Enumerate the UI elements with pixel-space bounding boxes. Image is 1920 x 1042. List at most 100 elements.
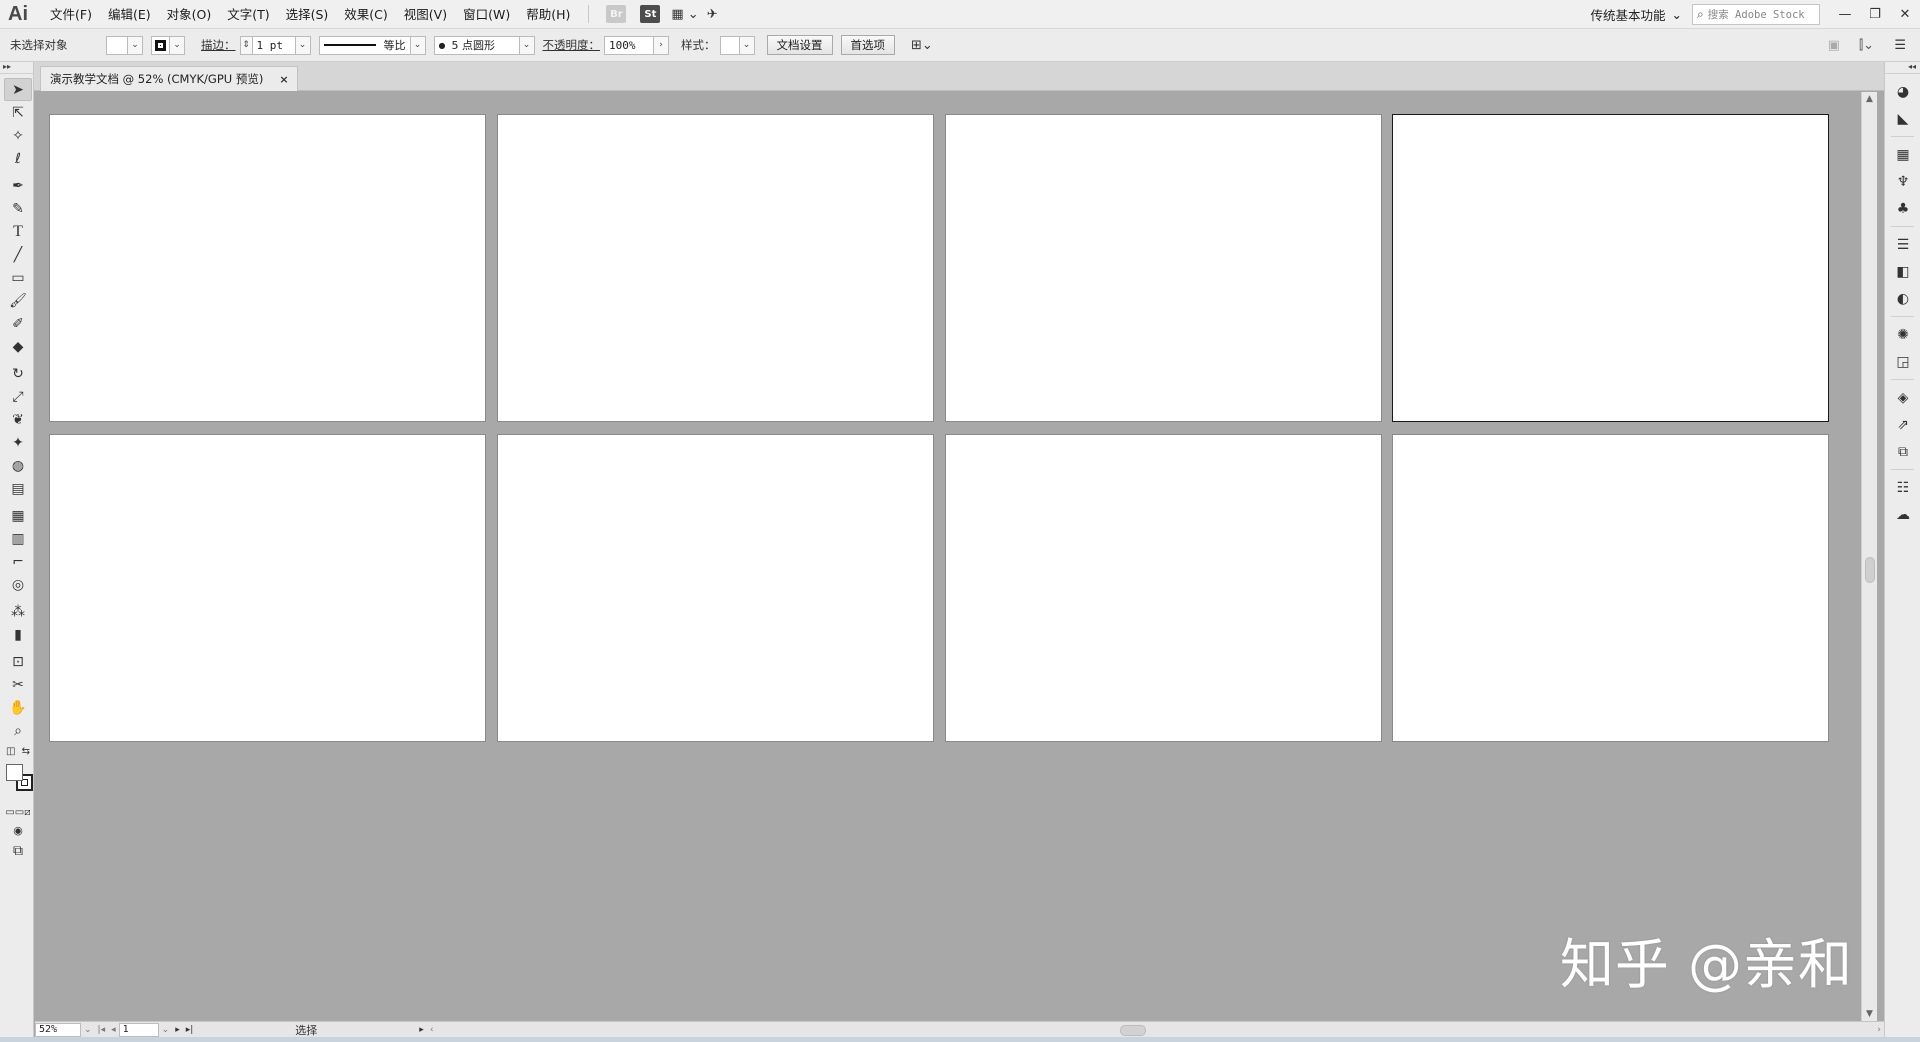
- chevron-down-icon[interactable]: ⌄: [295, 35, 311, 55]
- zoom-tool-icon[interactable]: ⌕: [4, 719, 32, 742]
- swap-colors-icon[interactable]: ⇆: [22, 746, 30, 757]
- appearance-panel-icon[interactable]: ✺: [1885, 321, 1920, 348]
- workspace-switcher[interactable]: 传统基本功能 ⌄: [1591, 5, 1683, 24]
- canvas[interactable]: 知乎 @亲和: [35, 92, 1861, 1021]
- chevron-down-icon[interactable]: ⌄: [170, 35, 185, 55]
- stepper-icon[interactable]: ⇕: [239, 35, 252, 55]
- artboard-7[interactable]: [945, 434, 1382, 742]
- perspective-grid-tool-icon[interactable]: ▤: [4, 477, 32, 500]
- collapse-icon[interactable]: ◂◂: [1885, 62, 1920, 74]
- brush-field[interactable]: ● 5 点圆形: [433, 35, 520, 55]
- artboard-2[interactable]: [497, 114, 934, 422]
- artboard-5[interactable]: [49, 434, 486, 742]
- panel-menu-icon[interactable]: ☰: [1894, 38, 1906, 53]
- gradient-tool-icon[interactable]: ▥: [4, 527, 32, 550]
- menu-view[interactable]: 视图(V): [396, 0, 455, 29]
- close-icon[interactable]: ✕: [1890, 4, 1920, 26]
- fill-color-control[interactable]: ⌄: [106, 35, 143, 55]
- last-artboard-icon[interactable]: ▸|: [183, 1025, 197, 1035]
- libraries-panel-icon[interactable]: ☷: [1885, 474, 1920, 501]
- fill-swatch[interactable]: [106, 35, 128, 55]
- paintbrush-tool-icon[interactable]: 🖌: [4, 289, 32, 312]
- curvature-tool-icon[interactable]: ✎: [4, 197, 32, 220]
- menu-type[interactable]: 文字(T): [219, 0, 277, 29]
- stroke-profile-field[interactable]: 等比: [318, 35, 411, 55]
- transform-icon[interactable]: ⫿⌄: [1859, 38, 1874, 53]
- chevron-down-icon[interactable]: ⌄: [410, 35, 426, 55]
- fill-color-box[interactable]: [6, 764, 23, 781]
- type-tool-icon[interactable]: T: [4, 220, 32, 243]
- stroke-color-control[interactable]: ⌄: [151, 35, 185, 55]
- shaper-tool-icon[interactable]: ✐: [4, 312, 32, 335]
- gradient-panel-icon[interactable]: ◧: [1885, 258, 1920, 285]
- scroll-right-icon[interactable]: ›: [1874, 1025, 1884, 1035]
- menu-effect[interactable]: 效果(C): [336, 0, 395, 29]
- brushes-panel-icon[interactable]: ♆: [1885, 168, 1920, 195]
- horizontal-scroll-thumb[interactable]: [1120, 1024, 1147, 1036]
- artboard-1[interactable]: [49, 114, 486, 422]
- default-colors-icon[interactable]: ◫: [6, 746, 15, 757]
- slice-tool-icon[interactable]: ✂: [4, 673, 32, 696]
- swatches-panel-icon[interactable]: ▦: [1885, 141, 1920, 168]
- chevron-down-icon[interactable]: ⌄: [128, 35, 143, 55]
- horizontal-scrollbar[interactable]: [440, 1023, 1874, 1037]
- chevron-down-icon[interactable]: ⌄: [519, 35, 535, 55]
- symbols-panel-icon[interactable]: ♣: [1885, 195, 1920, 222]
- stock-search-input[interactable]: ⌕ 搜索 Adobe Stock: [1692, 4, 1820, 25]
- menu-select[interactable]: 选择(S): [278, 0, 337, 29]
- graphic-style-control[interactable]: ⌄: [719, 35, 755, 55]
- blend-tool-icon[interactable]: ◎: [4, 573, 32, 596]
- screen-mode-icon[interactable]: ⧉: [4, 840, 32, 862]
- scale-tool-icon[interactable]: ⤢: [4, 385, 32, 408]
- default-colors-swap-icon[interactable]: ◫ ⇆: [4, 742, 32, 760]
- scroll-left-icon[interactable]: ‹: [427, 1025, 437, 1035]
- color-guide-panel-icon[interactable]: ◣: [1885, 105, 1920, 132]
- align-icon[interactable]: ▣: [1828, 38, 1840, 53]
- bridge-button[interactable]: Br: [606, 5, 627, 23]
- export-panel-icon[interactable]: ⇗: [1885, 411, 1920, 438]
- stroke-panel-icon[interactable]: ☰: [1885, 231, 1920, 258]
- chevron-right-icon[interactable]: ›: [654, 35, 669, 55]
- minimize-icon[interactable]: —: [1830, 4, 1860, 26]
- draw-mode-icon[interactable]: ◉: [4, 820, 32, 840]
- zoom-level-field[interactable]: 52%: [35, 1022, 81, 1037]
- menu-edit[interactable]: 编辑(E): [100, 0, 159, 29]
- color-mode-icon[interactable]: ▭▭⧄: [4, 804, 32, 820]
- document-setup-button[interactable]: 文档设置: [766, 35, 833, 55]
- color-panel-icon[interactable]: ◕: [1885, 78, 1920, 105]
- fill-stroke-control[interactable]: [4, 760, 33, 804]
- shape-builder-tool-icon[interactable]: ◍: [4, 454, 32, 477]
- symbol-sprayer-tool-icon[interactable]: ⁂: [4, 600, 32, 623]
- vertical-scroll-thumb[interactable]: [1865, 557, 1875, 583]
- menu-object[interactable]: 对象(O): [159, 0, 220, 29]
- preferences-button[interactable]: 首选项: [840, 35, 895, 55]
- stroke-profile-control[interactable]: 等比 ⌄: [318, 35, 426, 55]
- artboards-panel-icon[interactable]: ⧉: [1885, 438, 1920, 465]
- scroll-up-icon[interactable]: ▲: [1862, 94, 1877, 104]
- artboard-4[interactable]: [1392, 114, 1829, 422]
- rotate-tool-icon[interactable]: ↻: [4, 362, 32, 385]
- menu-file[interactable]: 文件(F): [42, 0, 100, 29]
- graphic-styles-panel-icon[interactable]: ◲: [1885, 348, 1920, 375]
- artboard-tool-icon[interactable]: ⊡: [4, 650, 32, 673]
- transparency-panel-icon[interactable]: ◐: [1885, 285, 1920, 312]
- stroke-weight-control[interactable]: ⇕ 1 pt ⌄: [239, 35, 311, 55]
- stroke-label[interactable]: 描边：: [201, 37, 236, 53]
- arrange-documents-icon[interactable]: ▦ ⌄: [671, 7, 698, 22]
- artboard-6[interactable]: [497, 434, 934, 742]
- brush-definition-control[interactable]: ● 5 点圆形 ⌄: [433, 35, 535, 55]
- close-icon[interactable]: ×: [279, 73, 288, 86]
- restore-icon[interactable]: ❐: [1860, 4, 1890, 26]
- pen-tool-icon[interactable]: ✒: [4, 174, 32, 197]
- artboard-8[interactable]: [1392, 434, 1829, 742]
- arrange-icon[interactable]: ⊞⌄: [911, 38, 933, 53]
- artboard-3[interactable]: [945, 114, 1382, 422]
- opacity-label[interactable]: 不透明度：: [543, 37, 601, 53]
- magic-wand-tool-icon[interactable]: ✧: [4, 124, 32, 147]
- chevron-down-icon[interactable]: ⌄: [159, 1025, 173, 1035]
- artboard-number-field[interactable]: 1: [118, 1022, 159, 1037]
- opacity-input[interactable]: 100%: [604, 35, 654, 55]
- eyedropper-tool-icon[interactable]: ⌐: [4, 550, 32, 573]
- mesh-tool-icon[interactable]: ▦: [4, 504, 32, 527]
- line-tool-icon[interactable]: ╱: [4, 243, 32, 266]
